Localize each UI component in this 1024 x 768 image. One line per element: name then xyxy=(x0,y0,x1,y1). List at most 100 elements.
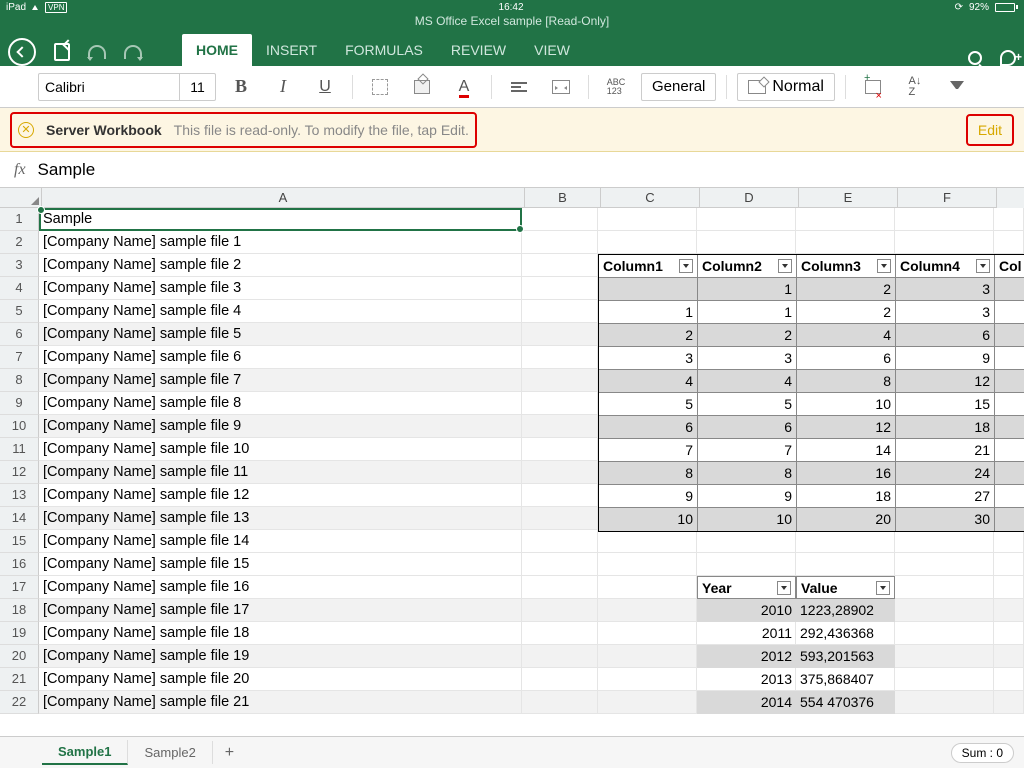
cell[interactable]: [Company Name] sample file 6 xyxy=(39,346,522,369)
table-cell[interactable]: 3 xyxy=(896,278,995,301)
cell[interactable] xyxy=(522,231,598,254)
table-cell[interactable]: 6 xyxy=(698,416,797,439)
data-table-2[interactable]: YearValue20101223,289022011292,436368201… xyxy=(697,576,895,714)
table-cell[interactable]: 8 xyxy=(698,462,797,485)
row-header[interactable]: 1 xyxy=(0,208,39,231)
formula-bar[interactable]: fx Sample xyxy=(0,152,1024,188)
table-header[interactable]: Column2 xyxy=(698,255,797,278)
row-header[interactable]: 5 xyxy=(0,300,39,323)
row-header[interactable]: 11 xyxy=(0,438,39,461)
table-cell[interactable]: 593,201563 xyxy=(796,645,895,668)
close-banner-icon[interactable]: ✕ xyxy=(18,122,34,138)
cell[interactable] xyxy=(522,484,598,507)
table-cell[interactable] xyxy=(995,370,1024,393)
row-header[interactable]: 16 xyxy=(0,553,39,576)
cell[interactable] xyxy=(522,300,598,323)
table-cell[interactable]: 9 xyxy=(896,347,995,370)
table-cell[interactable]: 24 xyxy=(896,462,995,485)
table-cell[interactable]: 2013 xyxy=(697,668,796,691)
cell[interactable] xyxy=(895,553,994,576)
cell[interactable] xyxy=(994,231,1024,254)
cell[interactable] xyxy=(895,576,994,599)
row-header[interactable]: 2 xyxy=(0,231,39,254)
cell[interactable] xyxy=(598,553,697,576)
cell[interactable]: [Company Name] sample file 10 xyxy=(39,438,522,461)
table-cell[interactable]: 2 xyxy=(797,278,896,301)
table-cell[interactable]: 14 xyxy=(797,439,896,462)
table-header[interactable]: Column3 xyxy=(797,255,896,278)
table-cell[interactable] xyxy=(995,416,1024,439)
row-header[interactable]: 12 xyxy=(0,461,39,484)
table-cell[interactable] xyxy=(995,324,1024,347)
sheet-tab-1[interactable]: Sample1 xyxy=(42,740,128,765)
table-cell[interactable]: 7 xyxy=(599,439,698,462)
cell[interactable]: [Company Name] sample file 11 xyxy=(39,461,522,484)
file-button[interactable] xyxy=(54,43,70,61)
font-color-button[interactable]: A xyxy=(447,73,481,101)
table-cell[interactable] xyxy=(995,301,1024,324)
select-all-corner[interactable] xyxy=(0,188,42,208)
cell[interactable]: [Company Name] sample file 4 xyxy=(39,300,522,323)
table-cell[interactable]: 2014 xyxy=(697,691,796,714)
cell-style-picker[interactable]: Normal xyxy=(737,73,835,101)
cell[interactable]: [Company Name] sample file 19 xyxy=(39,645,522,668)
cell[interactable] xyxy=(522,415,598,438)
table-cell[interactable]: 1223,28902 xyxy=(796,599,895,622)
table-cell[interactable]: 9 xyxy=(698,485,797,508)
cell[interactable] xyxy=(994,691,1024,714)
filter-button[interactable] xyxy=(940,73,974,101)
number-format-icon[interactable]: ABC123 xyxy=(599,73,633,101)
cell[interactable] xyxy=(796,530,895,553)
cell[interactable]: [Company Name] sample file 18 xyxy=(39,622,522,645)
cell[interactable]: [Company Name] sample file 17 xyxy=(39,599,522,622)
table-cell[interactable]: 18 xyxy=(797,485,896,508)
table-cell[interactable] xyxy=(599,278,698,301)
row-header[interactable]: 15 xyxy=(0,530,39,553)
table-cell[interactable]: 1 xyxy=(599,301,698,324)
row-header[interactable]: 21 xyxy=(0,668,39,691)
table-cell[interactable] xyxy=(995,393,1024,416)
table-header[interactable]: Year xyxy=(697,576,796,599)
table-cell[interactable]: 292,436368 xyxy=(796,622,895,645)
table-cell[interactable]: 16 xyxy=(797,462,896,485)
table-cell[interactable]: 2010 xyxy=(697,599,796,622)
border-button[interactable] xyxy=(363,73,397,101)
cell[interactable] xyxy=(598,576,697,599)
table-cell[interactable]: 554 470376 xyxy=(796,691,895,714)
table-cell[interactable]: 8 xyxy=(599,462,698,485)
cell[interactable] xyxy=(895,231,994,254)
table-cell[interactable]: 3 xyxy=(599,347,698,370)
cell[interactable]: [Company Name] sample file 21 xyxy=(39,691,522,714)
fill-color-button[interactable] xyxy=(405,73,439,101)
cell[interactable] xyxy=(598,208,697,231)
table-cell[interactable]: 1 xyxy=(698,278,797,301)
table-header[interactable]: Value xyxy=(796,576,895,599)
table-cell[interactable]: 4 xyxy=(599,370,698,393)
cell[interactable] xyxy=(994,530,1024,553)
row-header[interactable]: 18 xyxy=(0,599,39,622)
row-header[interactable]: 7 xyxy=(0,346,39,369)
cell[interactable]: [Company Name] sample file 15 xyxy=(39,553,522,576)
cell[interactable] xyxy=(522,530,598,553)
cell[interactable] xyxy=(994,599,1024,622)
cell[interactable] xyxy=(522,392,598,415)
row-header[interactable]: 20 xyxy=(0,645,39,668)
sum-indicator[interactable]: Sum : 0 xyxy=(951,743,1014,763)
cell[interactable] xyxy=(522,277,598,300)
cell[interactable] xyxy=(522,576,598,599)
edit-button[interactable]: Edit xyxy=(966,114,1014,146)
cell[interactable] xyxy=(994,208,1024,231)
col-header-f[interactable]: F xyxy=(898,188,997,208)
cell[interactable] xyxy=(522,599,598,622)
table-cell[interactable]: 15 xyxy=(896,393,995,416)
cell[interactable] xyxy=(522,691,598,714)
table-cell[interactable]: 2 xyxy=(599,324,698,347)
col-header-e[interactable]: E xyxy=(799,188,898,208)
cell[interactable] xyxy=(895,208,994,231)
cell[interactable] xyxy=(522,507,598,530)
cell[interactable] xyxy=(994,622,1024,645)
cell[interactable]: [Company Name] sample file 7 xyxy=(39,369,522,392)
insert-delete-button[interactable] xyxy=(856,73,890,101)
table-cell[interactable]: 6 xyxy=(797,347,896,370)
cell[interactable] xyxy=(522,323,598,346)
